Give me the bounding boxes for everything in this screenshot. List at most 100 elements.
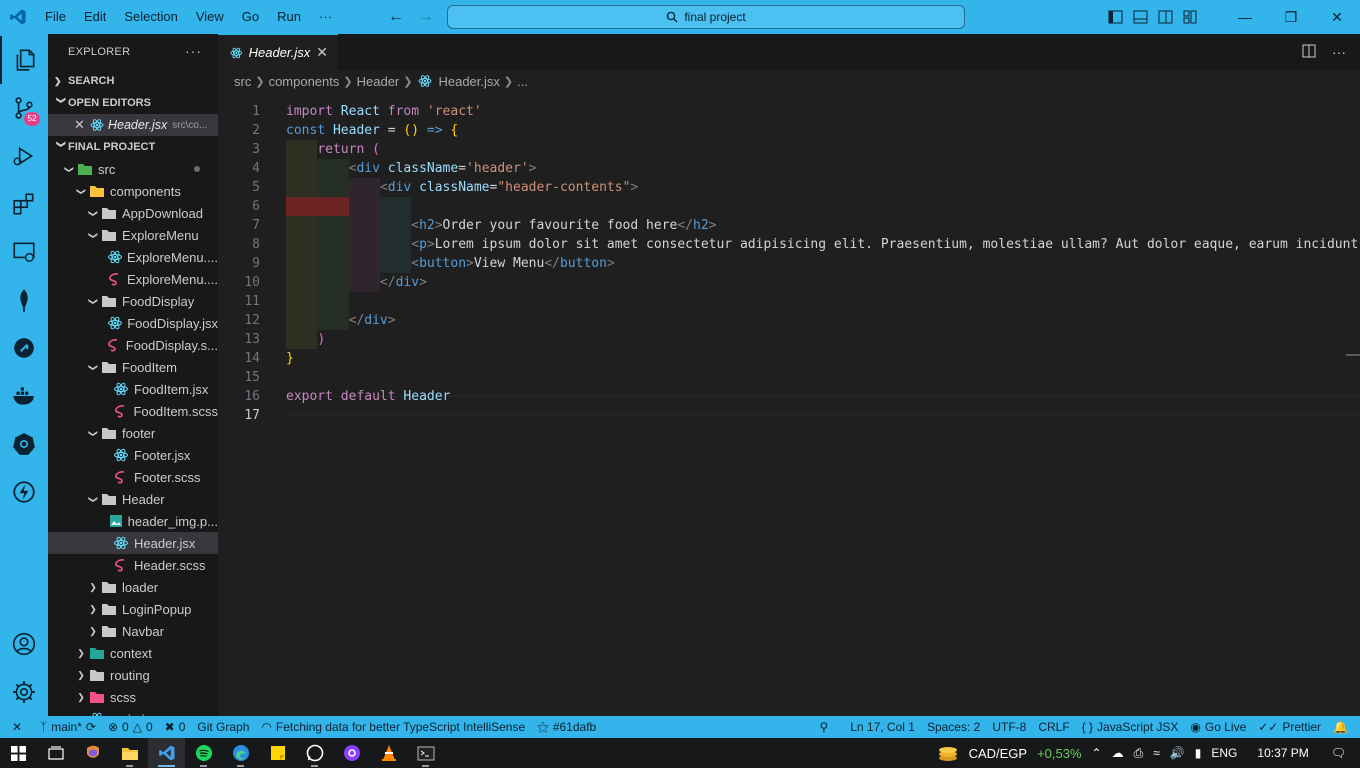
menu-go[interactable]: Go (233, 0, 268, 34)
menu-selection[interactable]: Selection (115, 0, 186, 34)
copilot-icon[interactable] (74, 738, 111, 768)
mongodb-icon[interactable] (0, 276, 48, 324)
command-center[interactable]: final project (447, 5, 965, 29)
tree-folder-item[interactable]: ❯ footer (48, 422, 218, 444)
accounts-icon[interactable] (0, 620, 48, 668)
battery-icon[interactable]: ▮ (1195, 746, 1202, 760)
code-editor[interactable]: 1 import React from 'react' 2 const Header … (218, 92, 1360, 752)
tree-file-item[interactable]: ExploreMenu.... (48, 268, 218, 290)
open-editor-item[interactable]: ✕ Header.jsx src\co... (48, 114, 218, 136)
breadcrumb-header-folder[interactable]: Header (357, 74, 400, 89)
tree-file-item[interactable]: ExploreMenu.... (48, 246, 218, 268)
sticky-notes-icon[interactable] (259, 738, 296, 768)
spotify-icon[interactable] (185, 738, 222, 768)
menu-file[interactable]: File (36, 0, 75, 34)
back-arrow-icon[interactable]: ← (388, 8, 404, 26)
tree-file-item[interactable]: FoodDisplay.s... (48, 334, 218, 356)
vscode-taskbar-icon[interactable] (148, 738, 185, 768)
git-graph-button[interactable]: Git Graph (191, 716, 255, 738)
tree-folder-item[interactable]: ❯ routing (48, 664, 218, 686)
close-editor-icon[interactable]: ✕ (74, 117, 90, 133)
cursor-position[interactable]: Ln 17, Col 1 (844, 716, 921, 738)
close-window-button[interactable]: ✕ (1314, 0, 1360, 34)
tree-file-item[interactable]: Header.scss (48, 554, 218, 576)
tree-folder-item[interactable]: ❯ ExploreMenu (48, 224, 218, 246)
editor-more-icon[interactable]: ··· (1332, 44, 1346, 60)
toggle-secondary-sidebar-icon[interactable] (1158, 10, 1173, 24)
menu-view[interactable]: View (187, 0, 233, 34)
close-tab-icon[interactable]: ✕ (316, 44, 328, 61)
tree-folder-item[interactable]: ❯ scss (48, 686, 218, 708)
input-language[interactable]: ENG (1211, 746, 1237, 760)
docker-icon[interactable] (0, 372, 48, 420)
task-progress[interactable]: ◠ Fetching data for better TypeScript In… (255, 716, 531, 738)
explorer-icon[interactable] (0, 36, 48, 84)
podcast-app-icon[interactable] (333, 738, 370, 768)
menu-run[interactable]: Run (268, 0, 310, 34)
thunder-client-icon[interactable] (0, 468, 48, 516)
extensions-icon[interactable] (0, 180, 48, 228)
notifications-bell-icon[interactable]: 🔔 (1327, 716, 1354, 738)
project-section[interactable]: ❯ FINAL PROJECT (48, 136, 218, 158)
tree-folder-item[interactable]: ❯ FoodItem (48, 356, 218, 378)
indentation[interactable]: Spaces: 2 (921, 716, 986, 738)
tree-file-item[interactable]: FoodItem.jsx (48, 378, 218, 400)
printer-icon[interactable]: ⎙ (1134, 746, 1144, 761)
encoding[interactable]: UTF-8 (986, 716, 1032, 738)
edge-browser-icon[interactable] (222, 738, 259, 768)
problems-indicator[interactable]: ⊗ 0 △ 0 (102, 716, 159, 738)
branch-indicator[interactable]: ᛉ main* ⟳ (34, 716, 102, 738)
open-editors-section[interactable]: ❯ OPEN EDITORS (48, 92, 218, 114)
tree-folder-item[interactable]: ❯ src (48, 158, 218, 180)
clock-time[interactable]: 10:37 PM (1257, 746, 1308, 760)
tree-folder-item[interactable]: ❯ AppDownload (48, 202, 218, 224)
toggle-panel-icon[interactable] (1133, 10, 1148, 24)
volume-icon[interactable]: 🔊 (1170, 746, 1185, 760)
prettier-button[interactable]: ✓✓ Prettier (1252, 716, 1327, 738)
ports-indicator[interactable]: ✖ 0 (159, 716, 192, 738)
source-control-icon[interactable]: 52 (0, 84, 48, 132)
restore-button[interactable]: ❐ (1268, 0, 1314, 34)
tree-file-item[interactable]: Footer.scss (48, 466, 218, 488)
tree-folder-item[interactable]: ❯ components (48, 180, 218, 202)
run-debug-icon[interactable] (0, 132, 48, 180)
customize-layout-icon[interactable] (1183, 10, 1198, 24)
explorer-more-icon[interactable]: ··· (185, 43, 202, 59)
location-pin-icon[interactable]: ⚲ (813, 716, 834, 738)
tree-file-item[interactable]: FoodItem.scss (48, 400, 218, 422)
windows-start-icon[interactable] (0, 738, 37, 768)
tree-file-item[interactable]: Footer.jsx (48, 444, 218, 466)
tree-folder-item[interactable]: ❯ LoginPopup (48, 598, 218, 620)
toggle-primary-sidebar-icon[interactable] (1108, 10, 1123, 24)
search-section[interactable]: ❯ SEARCH (48, 70, 218, 92)
task-view-icon[interactable] (37, 738, 74, 768)
chevron-up-icon[interactable]: ⌃ (1092, 746, 1102, 760)
split-editor-icon[interactable] (1302, 44, 1316, 58)
tree-file-item[interactable]: FoodDisplay.jsx (48, 312, 218, 334)
breadcrumb-components[interactable]: components (269, 74, 340, 89)
tree-folder-item[interactable]: ❯ Navbar (48, 620, 218, 642)
cloud-icon[interactable]: ☁ (1112, 746, 1124, 760)
currency-pair[interactable]: CAD/EGP (969, 746, 1028, 761)
menu-more[interactable]: ··· (310, 0, 341, 34)
breadcrumb-symbol[interactable]: ... (517, 74, 528, 89)
go-live-button[interactable]: ◉ Go Live (1184, 716, 1252, 738)
tree-file-item[interactable]: Header.jsx (48, 532, 218, 554)
notification-center-icon[interactable]: 🗨 (1331, 746, 1346, 760)
remote-indicator[interactable]: ✕ (0, 716, 34, 738)
breadcrumb-src[interactable]: src (234, 74, 251, 89)
wifi-icon[interactable]: ≈ (1153, 746, 1160, 760)
vlc-icon[interactable] (370, 738, 407, 768)
tree-file-item[interactable]: main.jsx (48, 708, 218, 716)
forward-arrow-icon[interactable]: → (418, 8, 434, 26)
terminal-icon[interactable] (407, 738, 444, 768)
minimize-button[interactable]: — (1222, 0, 1268, 34)
tree-folder-item[interactable]: ❯ Header (48, 488, 218, 510)
line-ending[interactable]: CRLF (1032, 716, 1075, 738)
tree-folder-item[interactable]: ❯ loader (48, 576, 218, 598)
tab-header-jsx[interactable]: Header.jsx ✕ (218, 34, 338, 70)
tree-file-item[interactable]: header_img.p... (48, 510, 218, 532)
remote-explorer-icon[interactable] (0, 228, 48, 276)
menu-edit[interactable]: Edit (75, 0, 115, 34)
breadcrumb-file[interactable]: Header.jsx (438, 74, 499, 89)
